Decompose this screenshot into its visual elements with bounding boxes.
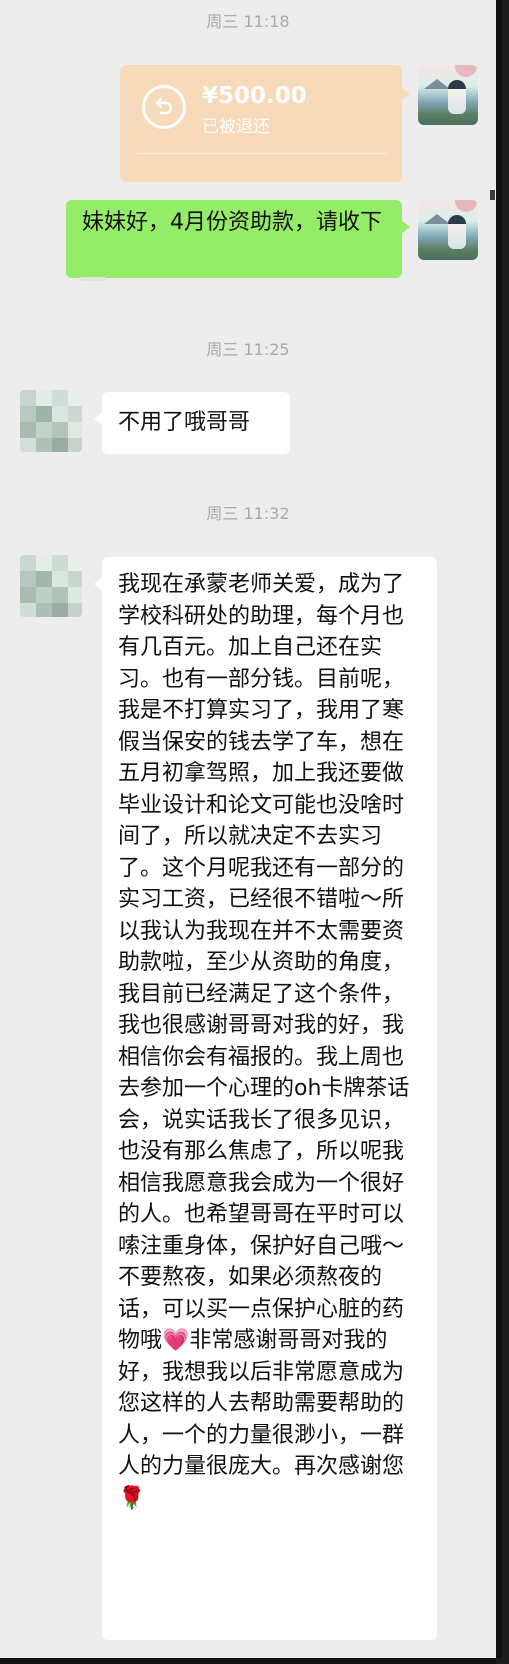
transfer-divider — [134, 153, 388, 154]
avatar-pixel — [36, 555, 52, 571]
avatar-pixel — [20, 406, 36, 422]
avatar-pixel — [52, 603, 68, 617]
received-message-bubble[interactable]: 我现在承蒙老师关爱，成为了学校科研处的助理，每个月也有几百元。加上自己还在实习。… — [94, 557, 437, 1640]
message-text: 我现在承蒙老师关爱，成为了学校科研处的助理，每个月也有几百元。加上自己还在实习。… — [118, 572, 410, 1511]
avatar-pixel — [68, 390, 82, 406]
avatar-pixel — [36, 438, 52, 452]
return-arrow-icon — [142, 85, 186, 129]
avatar-figure — [448, 80, 466, 114]
avatar-pixel — [20, 555, 36, 571]
avatar-pixel — [52, 571, 68, 587]
avatar-branch — [455, 200, 477, 212]
avatar-pixel — [52, 422, 68, 438]
bubble-shadow — [80, 277, 106, 281]
message-text: 不用了哦哥哥 — [118, 410, 251, 435]
avatar-pixel — [52, 555, 68, 571]
avatar-pixel — [36, 603, 52, 617]
avatar-pixel — [68, 438, 82, 452]
avatar-pixel — [36, 390, 52, 406]
avatar-figure — [448, 215, 466, 249]
avatar-pixel — [36, 422, 52, 438]
sent-message-bubble[interactable]: 妹妹好，4月份资助款，请收下 — [66, 200, 410, 278]
avatar-pixel — [52, 390, 68, 406]
avatar-pixel — [20, 422, 36, 438]
avatar-pixel — [36, 406, 52, 422]
avatar-pixel — [68, 555, 82, 571]
avatar-pixel — [36, 587, 52, 603]
avatar-roof — [424, 214, 450, 224]
avatar-pixel — [52, 438, 68, 452]
timestamp: 周三 11:25 — [206, 340, 290, 359]
transfer-status: 已被退还 — [202, 117, 270, 137]
transfer-card-returned[interactable]: ¥500.00 已被退还 — [120, 65, 410, 182]
timestamp: 周三 11:18 — [206, 12, 290, 31]
my-avatar[interactable] — [418, 200, 478, 260]
avatar-pixel — [68, 406, 82, 422]
avatar-pixel — [20, 603, 36, 617]
avatar-pixel — [68, 587, 82, 603]
avatar-pixel — [20, 571, 36, 587]
avatar-pixel — [52, 406, 68, 422]
transfer-amount: ¥500.00 — [202, 83, 307, 109]
avatar-pixel — [68, 422, 82, 438]
timestamp: 周三 11:32 — [206, 504, 290, 523]
avatar-pixel — [20, 587, 36, 603]
avatar-pixel — [36, 571, 52, 587]
avatar-pixel — [20, 438, 36, 452]
avatar-roof — [424, 79, 450, 89]
avatar-branch — [455, 65, 477, 77]
contact-avatar-blurred[interactable] — [20, 555, 82, 617]
received-message-bubble[interactable]: 不用了哦哥哥 — [94, 392, 290, 454]
message-text: 妹妹好，4月份资助款，请收下 — [82, 210, 382, 235]
avatar-pixel — [52, 587, 68, 603]
avatar-pixel — [68, 571, 82, 587]
contact-avatar-blurred[interactable] — [20, 390, 82, 452]
scrollbar[interactable] — [490, 190, 495, 200]
avatar-pixel — [68, 603, 82, 617]
chat-screen: 周三 11:18 ¥500.00 已被退还 妹妹好，4月份资助款，请收下 周三 … — [0, 0, 496, 1658]
avatar-pixel — [20, 390, 36, 406]
my-avatar[interactable] — [418, 65, 478, 125]
